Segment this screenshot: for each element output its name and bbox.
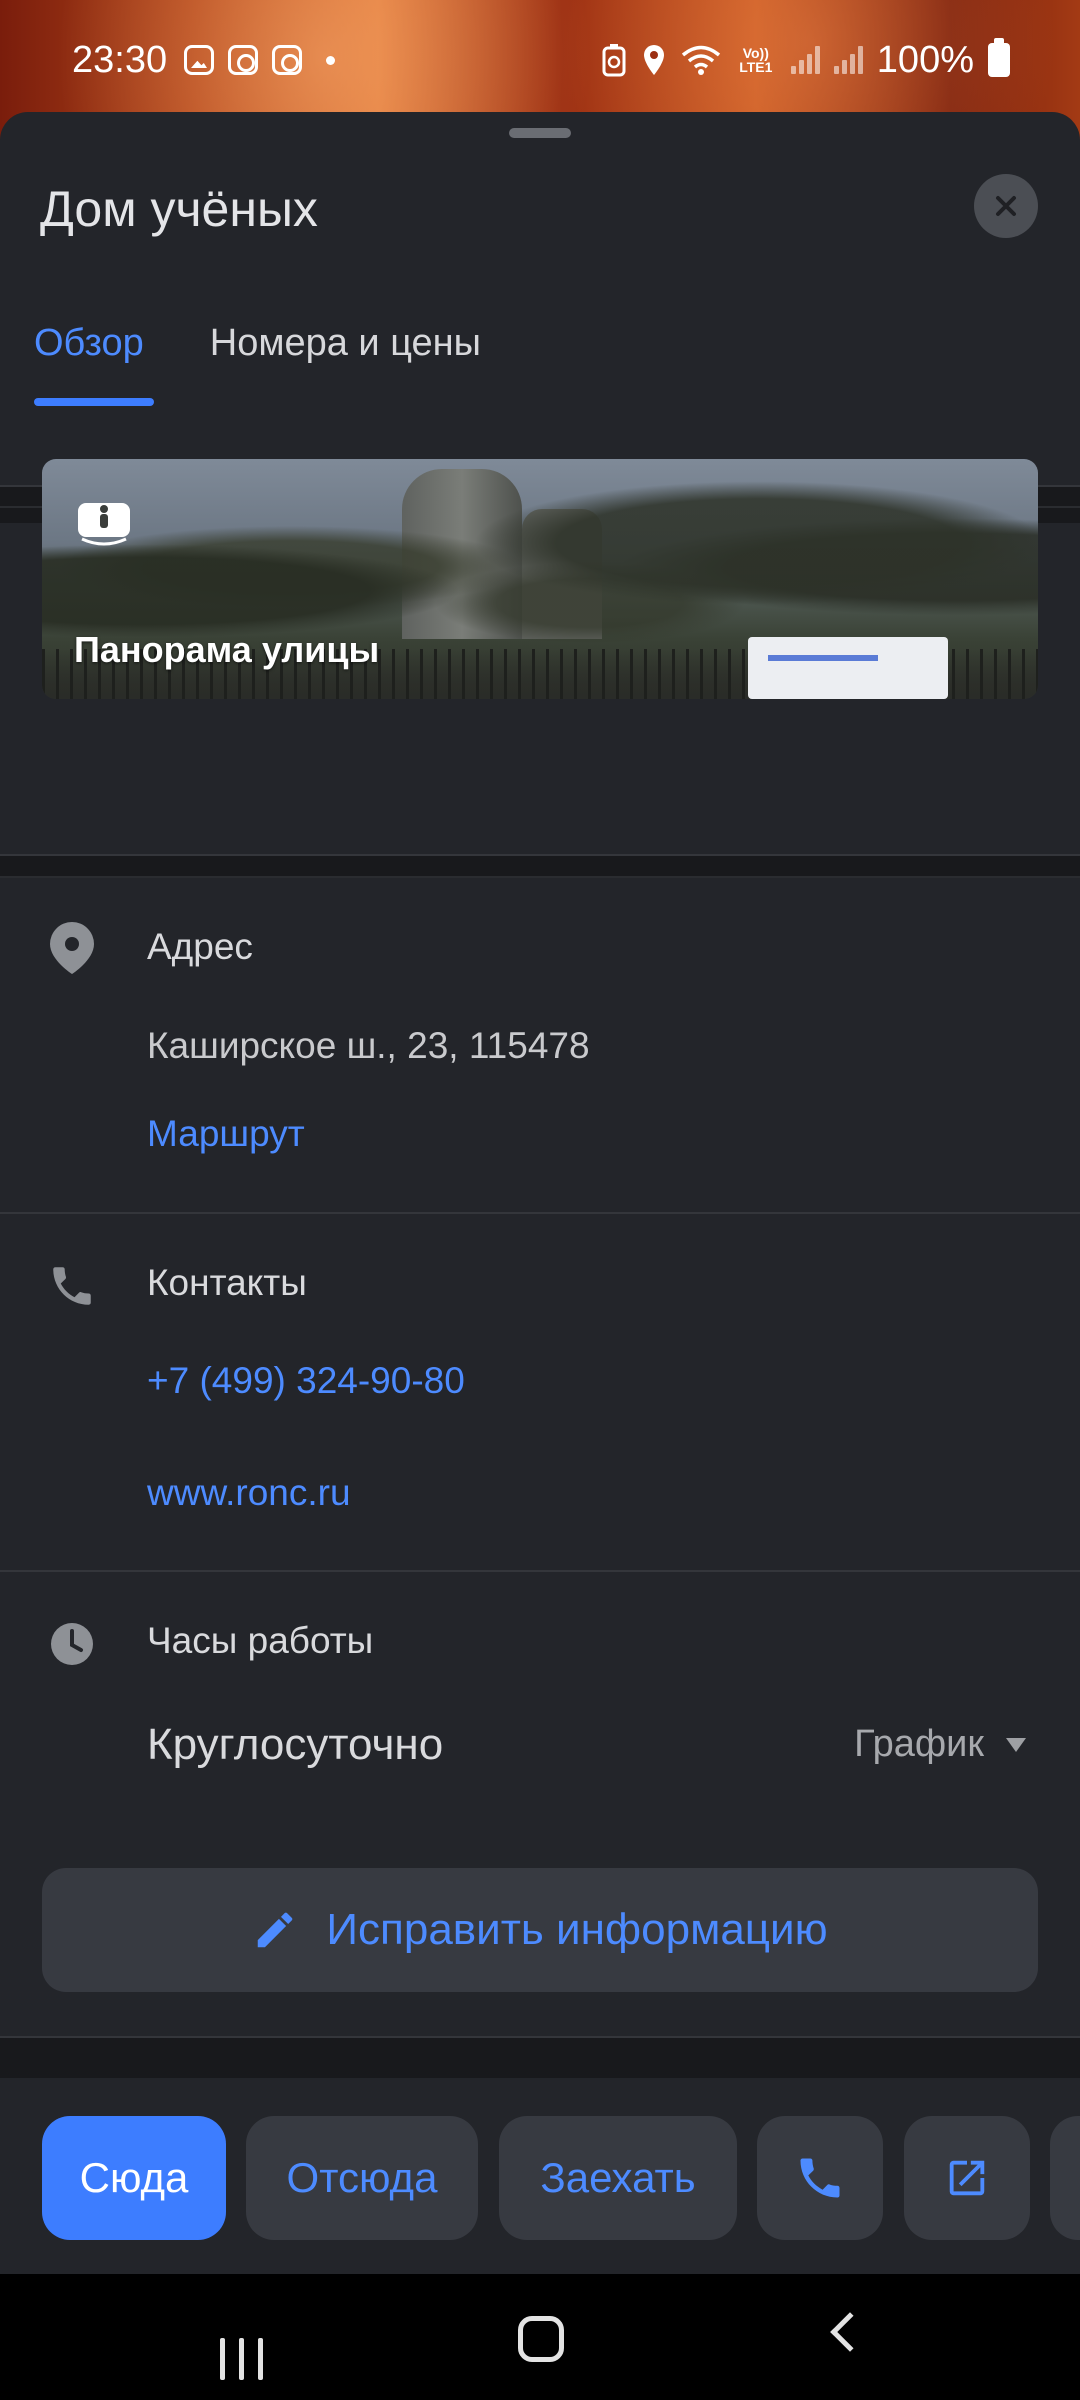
signal-icon-2 (833, 46, 863, 74)
instagram-notification-icon-2 (272, 45, 302, 75)
divider (0, 1212, 1080, 1214)
divider (0, 876, 1080, 878)
status-bar: 23:30 Vo)) LTE1 100% (0, 30, 1080, 90)
gallery-notification-icon (184, 45, 214, 75)
tabs: Обзор Номера и цены (34, 322, 481, 382)
instagram-notification-icon (228, 45, 258, 75)
route-from-here-button[interactable]: Отсюда (246, 2116, 478, 2240)
volte-indicator: Vo)) LTE1 (739, 45, 773, 75)
contacts-heading: Контакты (147, 1262, 307, 1303)
schedule-label: График (854, 1723, 984, 1765)
route-link[interactable]: Маршрут (147, 1113, 305, 1155)
close-icon (996, 196, 1016, 216)
tab-rooms-prices[interactable]: Номера и цены (210, 322, 481, 382)
notification-icons (184, 45, 335, 75)
edit-info-button[interactable]: Исправить информацию (42, 1868, 1038, 1992)
system-icons: Vo)) LTE1 100% (601, 38, 1010, 82)
status-time: 23:30 (72, 38, 168, 81)
drag-handle[interactable] (509, 128, 571, 138)
recents-icon[interactable] (220, 2338, 263, 2380)
place-title: Дом учёных (40, 181, 318, 237)
battery-icon (988, 38, 1010, 77)
hours-heading: Часы работы (147, 1620, 374, 1661)
signal-icon-1 (790, 46, 820, 74)
call-button[interactable] (757, 2116, 883, 2240)
close-button[interactable] (974, 174, 1038, 238)
edit-info-label: Исправить информацию (326, 1905, 828, 1954)
active-tab-indicator (34, 398, 154, 406)
panorama-truck (748, 637, 948, 699)
section-gap (0, 856, 1080, 876)
address-value[interactable]: Каширское ш., 23, 115478 (147, 1025, 590, 1067)
phone-icon (800, 2158, 840, 2198)
battery-percent: 100% (876, 38, 974, 81)
location-icon (643, 45, 664, 75)
add-stop-button[interactable]: Заехать (499, 2116, 737, 2240)
hours-value: Круглосуточно (147, 1720, 444, 1769)
phone-icon (44, 1258, 100, 1314)
website-link[interactable]: www.ronc.ru (147, 1472, 351, 1514)
divider (0, 1570, 1080, 1572)
street-panorama-card[interactable]: Панорама улицы (42, 459, 1038, 699)
clock-icon (44, 1616, 100, 1672)
more-notifications-dot-icon (326, 55, 335, 65)
section-gap (0, 2038, 1080, 2078)
wifi-icon (681, 45, 720, 75)
chevron-down-icon (1006, 1737, 1026, 1752)
tab-overview[interactable]: Обзор (34, 322, 144, 382)
external-link-icon (949, 2160, 985, 2196)
open-website-button[interactable] (904, 2116, 1030, 2240)
location-pin-icon (44, 920, 100, 976)
schedule-dropdown[interactable]: График (854, 1723, 1026, 1766)
battery-saver-icon (602, 44, 626, 77)
home-icon[interactable] (518, 2316, 564, 2362)
address-heading: Адрес (147, 926, 253, 967)
phone-link[interactable]: +7 (499) 324-90-80 (147, 1360, 465, 1402)
more-actions-button-partial[interactable] (1050, 2116, 1080, 2240)
route-to-here-button[interactable]: Сюда (42, 2116, 226, 2240)
panorama-label: Панорама улицы (74, 629, 380, 670)
pencil-icon (258, 1912, 293, 1948)
panorama-icon (78, 503, 130, 546)
